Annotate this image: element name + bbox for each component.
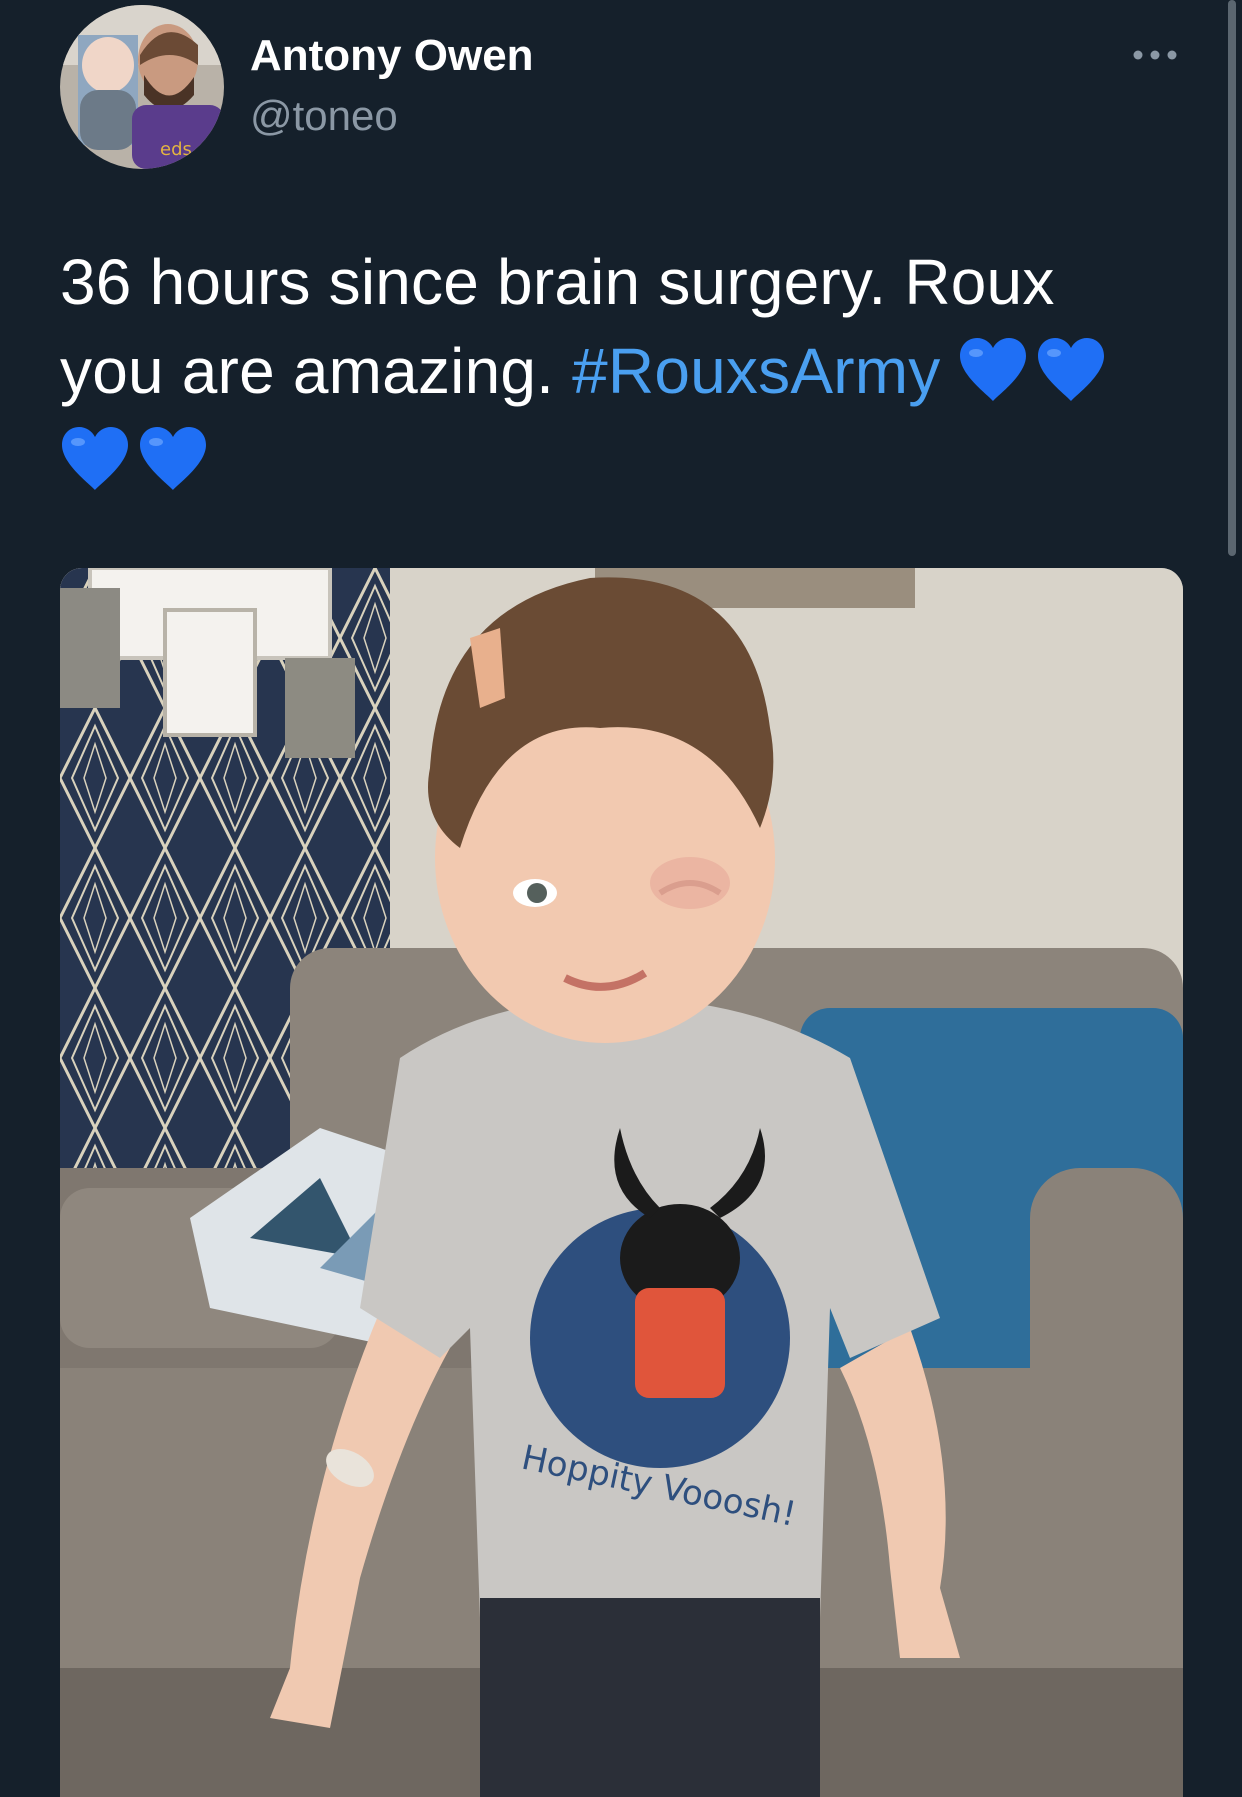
svg-text:eds: eds (160, 139, 192, 160)
blue-heart-icon (1036, 337, 1106, 403)
author-name[interactable]: Antony Owen (250, 28, 534, 84)
scrollbar[interactable] (1228, 0, 1236, 556)
blue-heart-icon (138, 426, 208, 492)
blue-heart-icon (60, 426, 130, 492)
heart-emoji-group (958, 335, 1114, 407)
more-horizontal-icon (1133, 50, 1177, 60)
more-options-button[interactable] (1125, 30, 1185, 80)
author-handle[interactable]: @toneo (250, 90, 398, 142)
hashtag-link[interactable]: #RouxsArmy (572, 335, 940, 407)
tweet-photo[interactable]: Hoppity Vooosh! (60, 568, 1183, 1797)
tweet-text: 36 hours since brain surgery. Roux you a… (60, 238, 1150, 505)
tweet: eds Antony Owen @toneo 36 hours since br… (0, 0, 1242, 1797)
blue-heart-icon (958, 337, 1028, 403)
author-avatar[interactable]: eds (60, 5, 224, 169)
